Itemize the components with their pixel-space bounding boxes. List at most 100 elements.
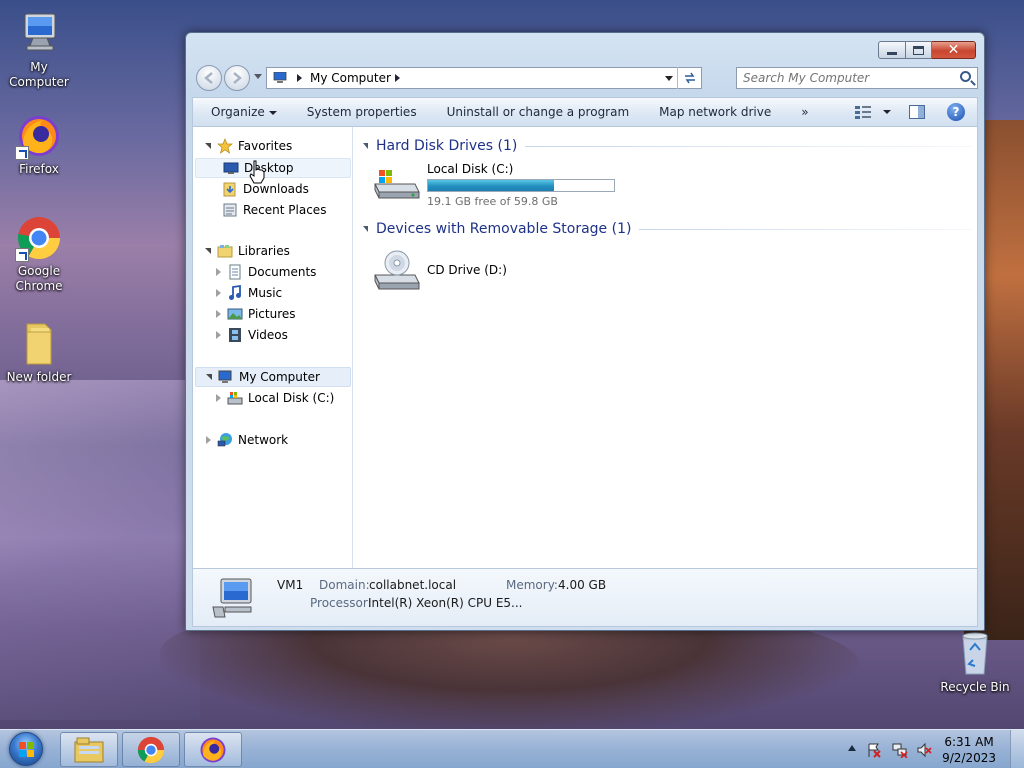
collapse-group-icon[interactable]	[363, 226, 368, 232]
collapse-icon[interactable]	[205, 247, 213, 255]
more-commands-button[interactable]: »	[786, 105, 823, 119]
desktop-icon-label: New folder	[6, 370, 72, 384]
nav-item-downloads[interactable]: Downloads	[195, 179, 351, 199]
desktop-icon-recycle-bin[interactable]: Recycle Bin	[937, 630, 1013, 695]
details-pane: VM1 Domain: collabnet.local Memory: 4.00…	[192, 569, 978, 627]
search-icon[interactable]	[960, 71, 971, 82]
nav-label: Recent Places	[243, 203, 327, 217]
maximize-button[interactable]	[906, 41, 932, 59]
network-status-icon[interactable]	[892, 742, 908, 759]
group-divider	[639, 228, 973, 230]
nav-item-documents[interactable]: Documents	[195, 262, 351, 282]
nav-item-videos[interactable]: Videos	[195, 325, 351, 345]
address-dropdown-icon[interactable]	[665, 76, 673, 81]
desktop-icon-google-chrome[interactable]: Google Chrome	[1, 214, 77, 294]
clock-date: 9/2/2023	[942, 751, 996, 765]
nav-label: Local Disk (C:)	[248, 391, 335, 405]
group-header-hard-disk-drives[interactable]: Hard Disk Drives (1)	[363, 135, 973, 157]
nav-item-pictures[interactable]: Pictures	[195, 304, 351, 324]
maximize-icon	[913, 45, 924, 55]
explorer-window[interactable]: ✕ My Computer Organize System	[185, 32, 985, 631]
taskbar-firefox-button[interactable]	[184, 732, 242, 767]
volume-muted-icon[interactable]	[916, 742, 932, 758]
group-title: Hard Disk Drives (1)	[376, 138, 518, 154]
forward-button[interactable]	[224, 65, 250, 91]
desktop-icon-my-computer[interactable]: My Computer	[1, 10, 77, 90]
nav-item-music[interactable]: Music	[195, 283, 351, 303]
desktop-icon-label: My Computer	[9, 60, 69, 89]
nav-item-favorites[interactable]: Favorites	[195, 136, 351, 156]
map-network-drive-button[interactable]: Map network drive	[644, 105, 786, 119]
desktop-icon	[223, 160, 239, 176]
shortcut-arrow-icon	[15, 248, 29, 262]
taskbar-clock[interactable]: 6:31 AM 9/2/2023	[942, 734, 996, 766]
minimize-icon	[887, 51, 897, 55]
drive-usage-fill	[428, 180, 555, 191]
back-button[interactable]	[196, 65, 222, 91]
breadcrumb-separator-icon[interactable]	[297, 74, 302, 82]
processor-label: Processor:	[310, 596, 372, 610]
processor-value: Intel(R) Xeon(R) CPU E5...	[368, 596, 523, 610]
desktop-icon-firefox[interactable]: Firefox	[1, 112, 77, 177]
expand-icon[interactable]	[215, 310, 223, 318]
system-properties-button[interactable]: System properties	[292, 105, 432, 119]
breadcrumb-separator-icon[interactable]	[394, 74, 400, 82]
search-box[interactable]	[736, 67, 978, 89]
libraries-icon	[217, 243, 233, 259]
organize-button[interactable]: Organize	[193, 105, 292, 119]
nav-item-desktop[interactable]: Desktop	[195, 158, 351, 178]
nav-item-my-computer[interactable]: My Computer	[195, 367, 351, 387]
expand-icon[interactable]	[215, 268, 223, 276]
desktop-icon-label: Recycle Bin	[940, 680, 1010, 694]
taskbar-chrome-button[interactable]	[122, 732, 180, 767]
shortcut-arrow-icon	[15, 146, 29, 160]
collapse-group-icon[interactable]	[363, 143, 368, 149]
collapse-icon[interactable]	[205, 142, 213, 150]
drive-item-c[interactable]: Local Disk (C:) 19.1 GB free of 59.8 GB	[371, 162, 615, 208]
memory-value: 4.00 GB	[558, 578, 607, 592]
recycle-bin-icon	[951, 630, 999, 678]
expand-icon[interactable]	[205, 436, 213, 444]
breadcrumb-my-computer[interactable]: My Computer	[310, 71, 391, 85]
preview-pane-icon[interactable]	[909, 105, 925, 119]
show-hidden-icons-button[interactable]	[848, 745, 856, 751]
expand-icon[interactable]	[215, 394, 223, 402]
domain-value: collabnet.local	[369, 578, 457, 592]
nav-item-recent-places[interactable]: Recent Places	[195, 200, 351, 220]
close-button[interactable]: ✕	[932, 41, 976, 59]
nav-item-local-disk[interactable]: Local Disk (C:)	[195, 388, 351, 408]
nav-label: Downloads	[243, 182, 309, 196]
view-options-chevron-icon[interactable]	[883, 110, 891, 114]
refresh-icon	[684, 72, 695, 84]
show-desktop-button[interactable]	[1010, 730, 1024, 768]
nav-item-libraries[interactable]: Libraries	[195, 241, 351, 261]
back-arrow-icon	[204, 72, 213, 84]
items-view: Hard Disk Drives (1) Local Disk (C:) 19.…	[355, 127, 977, 568]
expand-icon[interactable]	[215, 289, 223, 297]
collapse-icon[interactable]	[206, 373, 214, 381]
minimize-button[interactable]	[878, 41, 906, 59]
refresh-button[interactable]	[677, 67, 701, 89]
group-divider	[525, 145, 973, 147]
uninstall-program-button[interactable]: Uninstall or change a program	[432, 105, 645, 119]
recent-pages-dropdown[interactable]	[254, 74, 262, 79]
hard-drive-icon	[371, 162, 421, 202]
change-view-icon[interactable]	[855, 105, 871, 119]
start-button[interactable]	[4, 730, 48, 768]
hand-cursor-icon	[249, 160, 265, 184]
help-icon[interactable]: ?	[947, 103, 965, 121]
expand-icon[interactable]	[215, 331, 223, 339]
group-header-removable-storage[interactable]: Devices with Removable Storage (1)	[363, 218, 973, 240]
address-bar[interactable]: My Computer	[266, 67, 702, 89]
explorer-folder-icon	[74, 737, 104, 762]
desktop-icon-new-folder[interactable]: New folder	[1, 320, 77, 385]
search-input[interactable]	[737, 68, 937, 88]
drive-info: CD Drive (D:)	[427, 249, 507, 289]
action-center-flag-icon[interactable]	[866, 742, 882, 758]
taskbar-explorer-button[interactable]	[60, 732, 118, 767]
recent-places-icon	[222, 202, 238, 218]
nav-item-network[interactable]: Network	[195, 430, 351, 450]
drive-item-d[interactable]: CD Drive (D:)	[371, 249, 507, 290]
command-bar: Organize System properties Uninstall or …	[192, 97, 978, 127]
drive-name: CD Drive (D:)	[427, 263, 507, 277]
